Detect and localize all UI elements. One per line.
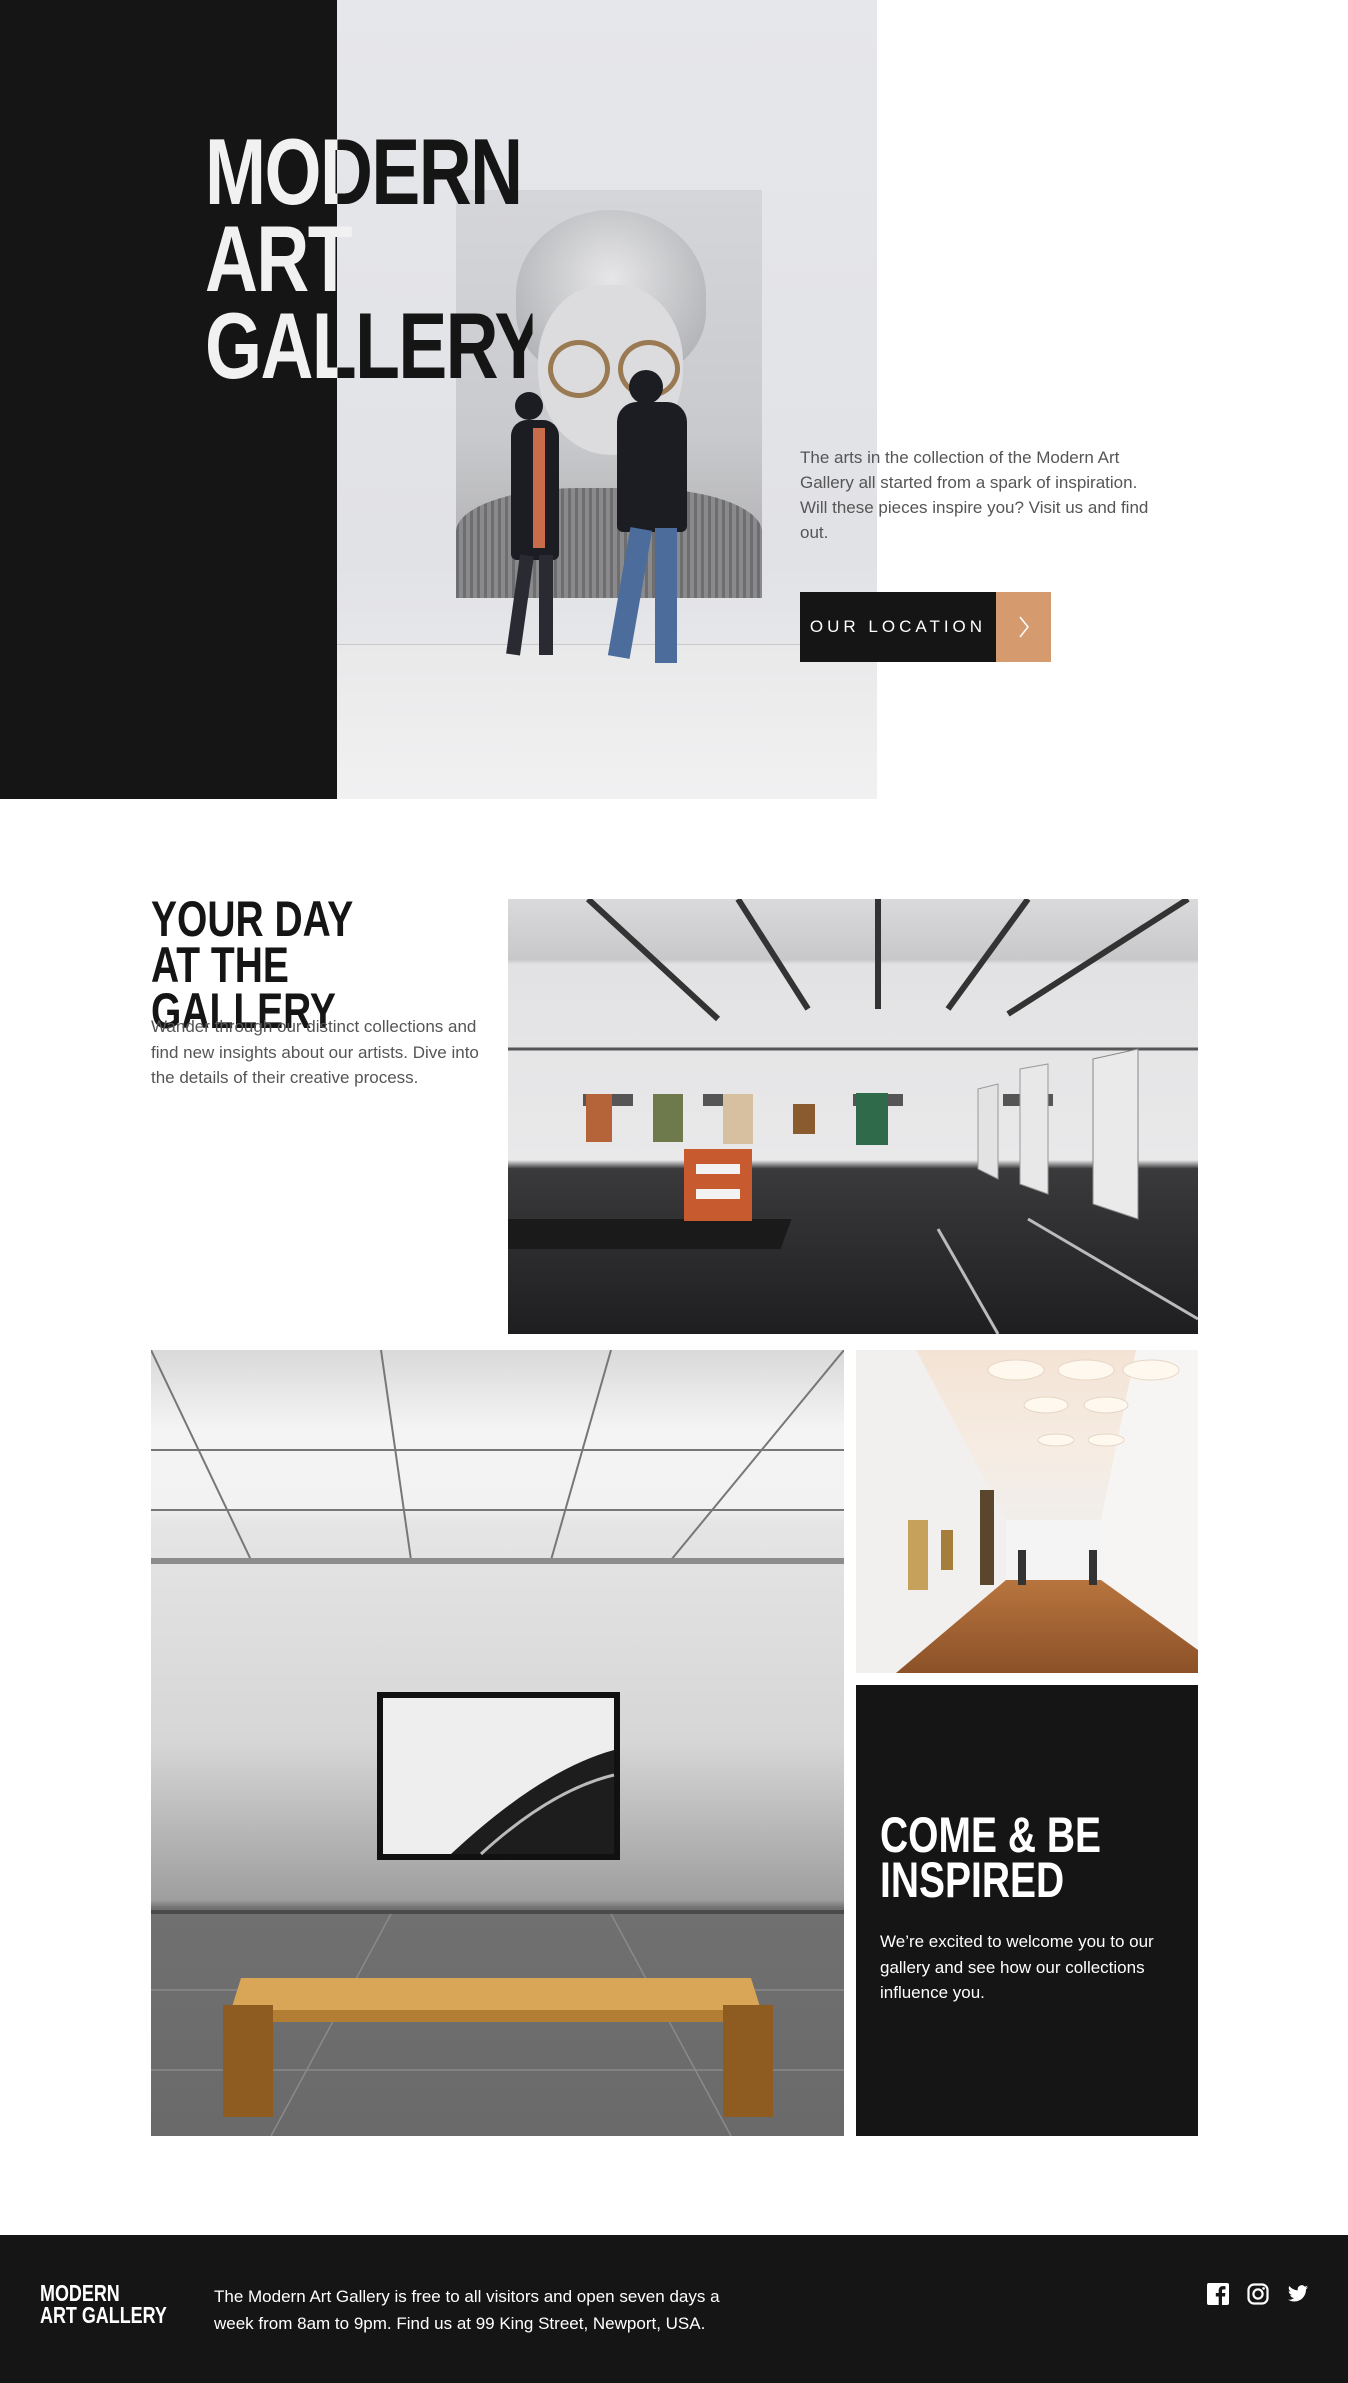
bench-gallery-image (151, 1350, 844, 2136)
portrait-coat (456, 488, 762, 598)
visitor-left-scarf (533, 428, 545, 548)
footer-text: The Modern Art Gallery is free to all vi… (214, 2287, 720, 2333)
our-location-button[interactable]: OUR LOCATION (800, 592, 996, 662)
gallery-floor (337, 645, 877, 799)
footer-logo-line: ART GALLERY (40, 2302, 167, 2328)
hero-title-line: MODERN (205, 125, 533, 219)
hero-title: MODERN ART GALLERY (205, 125, 543, 398)
visitor-right-body (617, 402, 687, 532)
visitor-right-head (629, 370, 663, 404)
visitor-right-leg (655, 528, 677, 663)
day-title-line: YOUR DAY (151, 891, 354, 947)
footer-logo-line: MODERN (40, 2280, 120, 2306)
facebook-icon[interactable] (1207, 2283, 1229, 2305)
gallery-room-image (508, 899, 1198, 1334)
footer-logo[interactable]: MODERN ART GALLERY (40, 2280, 180, 2328)
corridor-gallery-image (856, 1350, 1198, 1673)
inspire-title: COME & BE INSPIRED (880, 1810, 1176, 1908)
hero-description: The arts in the collection of the Modern… (800, 448, 1149, 542)
hero-title-line: ART (205, 206, 353, 311)
twitter-icon[interactable] (1287, 2283, 1309, 2305)
inspire-title-line: INSPIRED (880, 1852, 1065, 1908)
chevron-right-icon[interactable] (996, 592, 1051, 662)
day-description: Wander through our distinct collections … (151, 1017, 479, 1087)
portrait-glasses-left (548, 340, 610, 398)
hero-title-line: GALLERY (205, 293, 543, 398)
inspire-description: We’re excited to welcome you to our gall… (880, 1932, 1154, 2002)
inspire-panel (856, 1685, 1198, 2136)
instagram-icon[interactable] (1247, 2283, 1269, 2305)
visitor-left-leg (539, 555, 553, 655)
